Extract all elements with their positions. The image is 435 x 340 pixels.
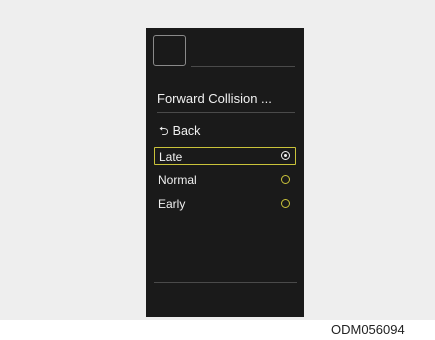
radio-icon [281,175,290,184]
radio-icon [281,199,290,208]
option-normal[interactable]: Normal [154,171,296,189]
footer-divider [154,282,297,283]
option-early[interactable]: Early [154,195,296,213]
option-label: Early [158,197,186,211]
back-button[interactable]: ⮌ Back [159,124,200,138]
option-late[interactable]: Late [154,147,296,165]
title-divider [157,112,295,113]
option-label: Late [159,150,183,164]
page-title: Forward Collision ... [157,91,272,106]
return-arrow-icon: ⮌ [159,124,169,138]
figure-code: ODM056094 [331,322,405,337]
header-icon-box [153,35,186,66]
radio-selected-icon [281,151,290,160]
back-label: Back [172,124,201,138]
display-screen: Forward Collision ... ⮌ Back Late Normal… [146,28,304,317]
header-divider [191,66,295,67]
background-panel: Forward Collision ... ⮌ Back Late Normal… [0,0,435,320]
option-label: Normal [158,173,197,187]
